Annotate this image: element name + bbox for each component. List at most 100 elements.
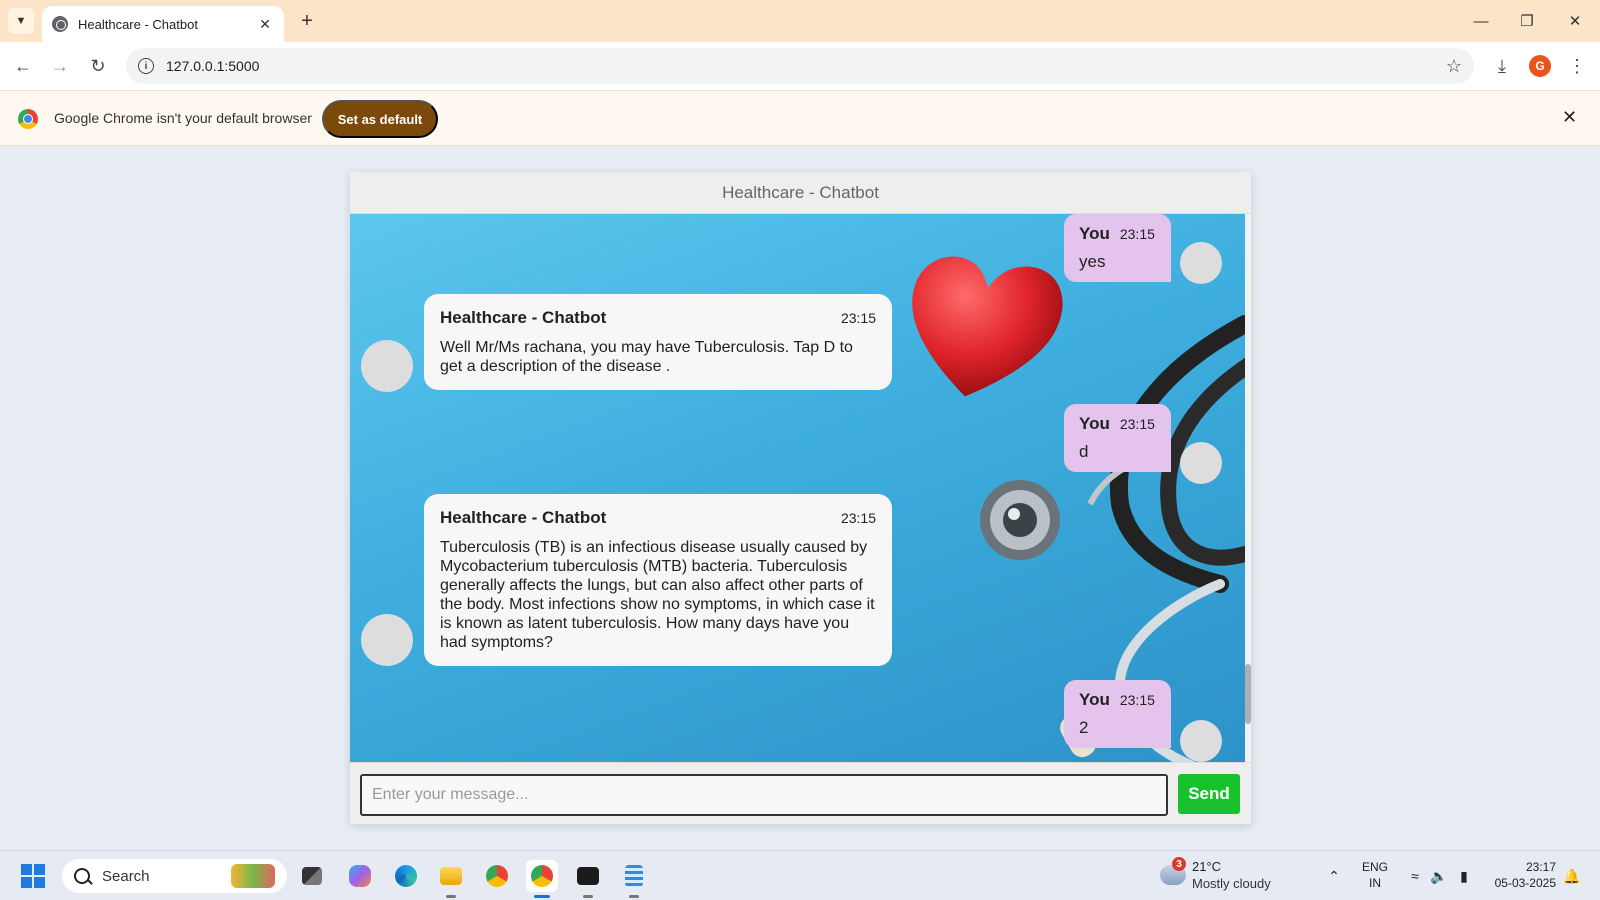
close-window-button[interactable]: ✕ [1560,6,1590,36]
site-info-icon[interactable]: i [138,58,154,74]
chrome-logo-icon [18,109,38,129]
user-avatar [1180,442,1222,484]
downloads-button[interactable]: ⤓ [1487,51,1517,81]
chrome-app[interactable] [481,860,513,892]
bot-message: Healthcare - Chatbot 23:15 Tuberculosis … [424,494,892,666]
region-code: IN [1369,876,1381,890]
restore-button[interactable]: ❐ [1512,6,1542,36]
weather-condition: Mostly cloudy [1192,876,1271,891]
message-sender: You [1079,414,1110,433]
chat-messages-area[interactable]: You 23:15 yes Healthcare - Chatbot 23:15… [350,214,1245,762]
reload-button[interactable]: ↻ [83,51,113,81]
task-view-app[interactable] [296,860,328,892]
chat-window: Healthcare - Chatbot You 23:15 yes Healt… [350,172,1251,824]
menu-button[interactable]: ⋮ [1562,51,1592,81]
message-text: 2 [1079,718,1089,737]
task-view-icon [302,867,322,885]
user-message: You 23:15 yes [1064,214,1171,282]
arrow-right-icon: → [51,55,69,76]
bookmark-star-icon[interactable]: ☆ [1446,56,1462,77]
minimize-icon: — [1473,12,1489,30]
weather-badge: 3 [1172,857,1186,871]
battery-icon: ▮ [1460,867,1468,884]
send-button[interactable]: Send [1178,774,1240,814]
volume-tray[interactable]: 🔈 [1428,851,1450,900]
globe-icon [52,16,68,32]
wifi-tray[interactable]: ≈ [1404,851,1426,900]
url-text[interactable]: 127.0.0.1:5000 [166,58,1446,74]
user-avatar [1180,720,1222,762]
search-icon [74,868,90,884]
notification-bell-icon: 🔔 [1563,867,1581,884]
copilot-app[interactable] [344,860,376,892]
edge-icon [395,865,417,887]
language-indicator[interactable]: ENG IN [1362,859,1388,891]
chevron-down-icon: ▼ [15,15,27,27]
browser-toolbar: ← → ↻ i 127.0.0.1:5000 ☆ ⤓ G ⋮ [0,42,1600,90]
close-infobar-icon[interactable]: ✕ [1562,107,1577,128]
message-sender: Healthcare - Chatbot [440,308,607,327]
bot-avatar [361,614,413,666]
infobar-message: Google Chrome isn't your default browser [54,110,312,126]
message-sender: You [1079,224,1110,243]
bot-avatar [361,340,413,392]
browser-tab[interactable]: Healthcare - Chatbot ✕ [42,6,284,42]
copilot-icon [349,865,371,887]
address-bar[interactable]: i 127.0.0.1:5000 ☆ [126,48,1474,84]
chat-scrollbar[interactable] [1245,214,1251,762]
show-hidden-icons-button[interactable]: ⌃ [1322,851,1346,900]
battery-tray[interactable]: ▮ [1452,851,1476,900]
message-time: 23:15 [1119,416,1155,432]
new-tab-button[interactable]: + [294,8,320,34]
more-vertical-icon: ⋮ [1568,55,1586,76]
message-time: 23:15 [840,510,876,526]
taskbar: Search 3 21°C Mostly cloudy ⌃ ENG IN ≈ 🔈… [0,850,1600,900]
weather-temperature: 21°C [1192,859,1222,874]
message-sender: Healthcare - Chatbot [440,508,607,527]
plus-icon: + [301,9,313,32]
chevron-up-icon: ⌃ [1328,867,1340,884]
back-button[interactable]: ← [8,51,38,81]
clock-time: 23:17 [1525,860,1556,874]
taskbar-search-box[interactable]: Search [62,859,287,893]
default-browser-infobar: Google Chrome isn't your default browser… [0,90,1600,146]
close-tab-icon[interactable]: ✕ [256,16,274,33]
set-as-default-button[interactable]: Set as default [322,100,438,138]
file-explorer-app[interactable] [435,860,467,898]
notepad-app[interactable] [618,860,650,898]
reload-icon: ↻ [90,55,106,76]
notepad-icon [625,865,643,887]
clock-date: 05-03-2025 [1494,876,1556,890]
taskbar-search-label: Search [102,867,150,885]
close-icon: ✕ [1568,13,1582,30]
user-message: You 23:15 d [1064,404,1171,472]
tab-search-button[interactable]: ▼ [8,8,34,34]
folder-icon [440,867,462,885]
message-text: yes [1079,252,1106,271]
system-clock[interactable]: 23:17 05-03-2025 [1488,859,1556,891]
restore-icon: ❐ [1520,13,1534,30]
message-input[interactable] [360,774,1168,816]
profile-button[interactable]: G [1525,51,1555,81]
message-sender: You [1079,690,1110,709]
notifications-button[interactable]: 🔔 [1560,851,1584,900]
windows-start-icon[interactable] [21,864,45,888]
chat-header: Healthcare - Chatbot [350,172,1251,214]
minimize-button[interactable]: — [1466,6,1496,36]
message-text: Tuberculosis (TB) is an infectious disea… [440,539,875,651]
bot-message: Healthcare - Chatbot 23:15 Well Mr/Ms ra… [424,294,892,390]
chrome-profile-app[interactable] [526,860,558,898]
browser-titlebar: ▼ Healthcare - Chatbot ✕ + — ❐ ✕ [0,0,1600,42]
message-text: Well Mr/Ms rachana, you may have Tubercu… [440,339,853,375]
forward-button[interactable]: → [45,51,75,81]
message-time: 23:15 [840,310,876,326]
arrow-left-icon: ← [14,55,32,76]
scrollbar-thumb[interactable] [1245,664,1251,724]
language-code: ENG [1362,860,1389,874]
message-time: 23:15 [1119,692,1155,708]
weather-widget[interactable]: 3 21°C Mostly cloudy [1158,857,1288,895]
terminal-app[interactable] [572,860,604,898]
user-avatar [1180,242,1222,284]
edge-app[interactable] [390,860,422,892]
search-highlight-icon [231,864,275,888]
